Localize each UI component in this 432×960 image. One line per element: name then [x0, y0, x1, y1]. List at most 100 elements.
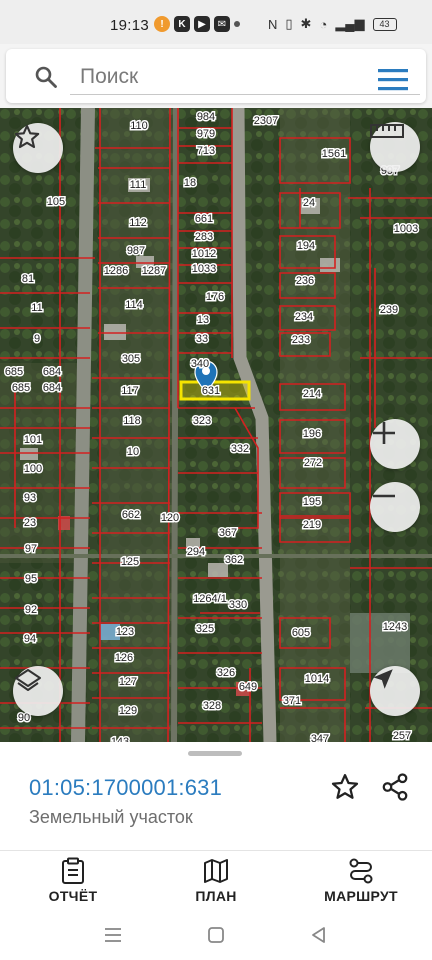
parcel-label[interactable]: 631 [200, 384, 221, 399]
parcel-label[interactable]: 101 [22, 433, 43, 448]
parcel-label[interactable]: 112 [128, 216, 149, 231]
parcel-label[interactable]: 684 [41, 381, 62, 396]
sheet-drag-handle[interactable] [188, 751, 242, 756]
parcel-label[interactable]: 117 [120, 384, 141, 399]
parcel-label[interactable]: 662 [120, 508, 141, 523]
nav-report[interactable]: ОТЧЁТ [40, 851, 106, 913]
parcel-label[interactable]: 95 [23, 572, 38, 587]
home-icon[interactable] [207, 926, 225, 944]
parcel-label[interactable]: 120 [159, 511, 180, 526]
zoom-in-button[interactable] [370, 419, 420, 469]
parcel-label[interactable]: 176 [204, 290, 225, 305]
parcel-label[interactable]: 330 [227, 598, 248, 613]
parcel-label[interactable]: 685 [3, 365, 24, 380]
parcel-label[interactable]: 94 [22, 632, 37, 647]
parcel-label[interactable]: 1012 [190, 247, 217, 262]
parcel-label[interactable]: 685 [10, 381, 31, 396]
parcel-label[interactable]: 127 [117, 675, 138, 690]
parcel-label[interactable]: 340 [189, 357, 210, 372]
parcel-label[interactable]: 661 [193, 212, 214, 227]
parcel-label[interactable]: 233 [290, 333, 311, 348]
parcel-label[interactable]: 24 [301, 196, 316, 211]
parcel-label[interactable]: 684 [41, 365, 62, 380]
cadastral-map[interactable]: 9849797132307110156199710511118241003661… [0, 108, 432, 742]
parcel-label[interactable]: 987 [125, 244, 146, 259]
parcel-label[interactable]: 367 [217, 526, 238, 541]
parcel-label[interactable]: 13 [195, 313, 210, 328]
parcel-label[interactable]: 272 [302, 456, 323, 471]
parcel-label[interactable]: 126 [113, 651, 134, 666]
parcel-label[interactable]: 23 [22, 516, 37, 531]
parcel-label[interactable]: 649 [237, 680, 258, 695]
search-icon[interactable] [34, 65, 58, 89]
parcel-label[interactable]: 1264/1 [192, 592, 229, 607]
parcel-label[interactable]: 9 [32, 332, 41, 347]
parcel-label[interactable]: 234 [293, 310, 314, 325]
back-icon[interactable] [310, 926, 328, 944]
parcel-label[interactable]: 114 [124, 298, 145, 313]
parcel-label[interactable]: 347 [309, 732, 330, 743]
parcel-label[interactable]: 1003 [392, 222, 419, 237]
parcel-label[interactable]: 605 [290, 626, 311, 641]
parcel-label[interactable]: 325 [194, 622, 215, 637]
parcel-label[interactable]: 326 [215, 666, 236, 681]
parcel-label[interactable]: 18 [182, 176, 197, 191]
zoom-out-button[interactable] [370, 482, 420, 532]
parcel-label[interactable]: 1561 [320, 147, 347, 162]
share-icon[interactable] [380, 772, 410, 802]
parcel-label[interactable]: 305 [120, 352, 141, 367]
nav-route[interactable]: МАРШРУТ [318, 851, 404, 913]
parcel-label[interactable]: 10 [125, 445, 140, 460]
nav-plan[interactable]: ПЛАН [186, 851, 246, 913]
parcel-label[interactable]: 194 [295, 239, 316, 254]
parcel-label[interactable]: 984 [195, 110, 216, 125]
parcel-label[interactable]: 283 [193, 230, 214, 245]
parcel-label[interactable]: 294 [185, 545, 206, 560]
parcel-label[interactable]: 1033 [190, 262, 217, 277]
favorites-button[interactable] [13, 123, 63, 173]
parcel-label[interactable]: 1287 [140, 264, 167, 279]
parcel-label[interactable]: 236 [294, 274, 315, 289]
recent-apps-icon[interactable] [104, 926, 122, 944]
search-input[interactable] [70, 59, 420, 95]
add-favorite-icon[interactable] [330, 772, 360, 802]
parcel-label[interactable]: 93 [22, 491, 37, 506]
parcel-label[interactable]: 33 [194, 332, 209, 347]
menu-icon[interactable] [378, 69, 408, 91]
parcel-label[interactable]: 125 [119, 555, 140, 570]
parcel-label[interactable]: 195 [301, 495, 322, 510]
map-canvas[interactable]: 9849797132307110156199710511118241003661… [0, 108, 432, 742]
parcel-label[interactable]: 100 [22, 462, 43, 477]
parcel-label[interactable]: 362 [223, 553, 244, 568]
object-info-sheet[interactable]: 01:05:1700001:631 Земельный участок [0, 742, 432, 850]
parcel-label[interactable]: 713 [195, 144, 216, 159]
parcel-label[interactable]: 111 [128, 178, 148, 193]
parcel-label[interactable]: 219 [301, 518, 322, 533]
parcel-label[interactable]: 979 [195, 127, 216, 142]
parcel-label[interactable]: 196 [301, 427, 322, 442]
parcel-label[interactable]: 129 [117, 704, 138, 719]
parcel-label[interactable]: 371 [281, 694, 302, 709]
parcel-label[interactable]: 328 [201, 699, 222, 714]
parcel-label[interactable]: 332 [229, 442, 250, 457]
parcel-label[interactable]: 257 [391, 729, 412, 743]
cadastral-number[interactable]: 01:05:1700001:631 [29, 775, 222, 801]
parcel-label[interactable]: 118 [122, 414, 143, 429]
parcel-label[interactable]: 92 [23, 603, 38, 618]
parcel-label[interactable]: 239 [378, 303, 399, 318]
parcel-label[interactable]: 123 [114, 625, 135, 640]
parcel-label[interactable]: 1243 [381, 620, 408, 635]
parcel-label[interactable]: 81 [20, 272, 35, 287]
ruler-button[interactable] [370, 122, 420, 172]
parcel-label[interactable]: 110 [129, 119, 150, 134]
my-location-button[interactable] [370, 666, 420, 716]
parcel-label[interactable]: 2307 [252, 114, 279, 129]
parcel-label[interactable]: 1014 [303, 672, 330, 687]
parcel-label[interactable]: 323 [191, 414, 212, 429]
parcel-label[interactable]: 11 [30, 301, 44, 316]
parcel-label[interactable]: 97 [23, 542, 38, 557]
parcel-label[interactable]: 105 [45, 195, 66, 210]
layers-button[interactable] [13, 666, 63, 716]
parcel-label[interactable]: 214 [301, 387, 322, 402]
parcel-label[interactable]: 1286 [102, 264, 129, 279]
